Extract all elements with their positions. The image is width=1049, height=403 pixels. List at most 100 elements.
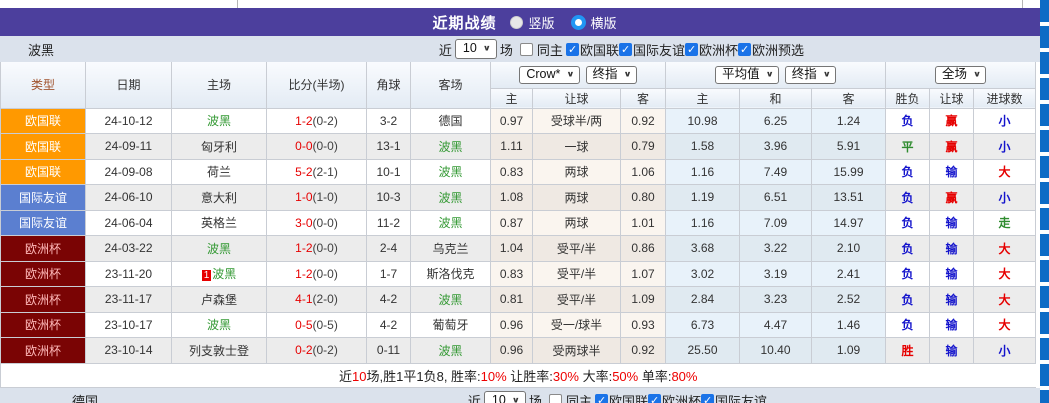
table-row: 欧国联 24-10-12 波黑 1-2(0-2) 3-2 德国 0.97 受球半…	[1, 108, 1036, 134]
cell-score: 0-0(0-0)	[267, 134, 367, 160]
cell-odds-away: 1.06	[621, 159, 666, 185]
radio-horizontal-label: 横版	[591, 13, 617, 32]
home-team-link[interactable]: 英格兰	[201, 216, 237, 230]
cell-odds-home: 0.96	[491, 312, 533, 338]
league-checkbox[interactable]: 欧洲杯	[648, 391, 701, 403]
checkbox-checked-icon	[685, 43, 698, 56]
away-team-link[interactable]: 德国	[438, 114, 462, 128]
team-filter-row: 波黑 近 10 ∨ 场 同主 欧国联国际友谊欧洲杯欧洲预选	[0, 36, 1049, 62]
away-team-link[interactable]: 乌克兰	[432, 242, 468, 256]
competition-badge: 欧洲杯	[1, 262, 85, 287]
team-name-2: 德国	[72, 391, 98, 403]
subheader-result: 胜负	[886, 88, 930, 108]
home-team-link[interactable]: 列支敦士登	[189, 344, 249, 358]
cell-date: 23-11-17	[86, 287, 172, 313]
cell-result: 负	[886, 185, 930, 211]
cell-away-team: 葡萄牙	[411, 312, 491, 338]
home-team-link[interactable]: 波黑	[207, 114, 231, 128]
team-name: 波黑	[28, 40, 54, 59]
scope-select[interactable]: 全场∨	[935, 66, 986, 84]
away-team-link[interactable]: 波黑	[438, 344, 462, 358]
side-buttons-strip[interactable]	[1040, 0, 1049, 403]
league-checkbox-label: 欧洲杯	[699, 40, 738, 59]
league-checkbox[interactable]: 欧国联	[566, 40, 619, 59]
cell-odds-home: 0.96	[491, 338, 533, 364]
home-team-link[interactable]: 波黑	[212, 267, 236, 281]
near-label-2: 近	[468, 391, 481, 403]
home-team-link[interactable]: 匈牙利	[201, 140, 237, 154]
cell-result: 负	[886, 261, 930, 287]
subheader-avg-away: 客	[812, 88, 886, 108]
cell-avg-away: 1.46	[812, 312, 886, 338]
away-team-link[interactable]: 波黑	[438, 216, 462, 230]
same-home-checkbox[interactable]: 同主	[520, 40, 563, 59]
radio-horizontal-layout[interactable]: 横版	[571, 13, 617, 32]
radio-vertical-layout[interactable]: 竖版	[510, 13, 554, 32]
away-team-link[interactable]: 葡萄牙	[432, 318, 468, 332]
bookmaker-stage-select[interactable]: 终指∨	[586, 66, 637, 84]
divider	[237, 0, 238, 8]
home-team-link[interactable]: 意大利	[201, 191, 237, 205]
league-checkbox[interactable]: 国际友谊	[619, 40, 685, 59]
cell-corners: 4-2	[367, 287, 411, 313]
cell-handicap: 受平/半	[533, 236, 621, 262]
competition-badge: 欧国联	[1, 109, 85, 134]
match-count-select[interactable]: 10 ∨	[455, 39, 497, 59]
home-team-link[interactable]: 卢森堡	[201, 293, 237, 307]
half-score: (0-0)	[313, 267, 338, 281]
home-team-link[interactable]: 波黑	[207, 318, 231, 332]
league-checkbox[interactable]: 欧洲预选	[738, 40, 804, 59]
away-team-link[interactable]: 波黑	[438, 165, 462, 179]
cell-corners: 11-2	[367, 210, 411, 236]
cell-home-team: 1波黑	[172, 261, 267, 287]
cell-handicap-result: 输	[930, 287, 974, 313]
cell-handicap: 一球	[533, 134, 621, 160]
cell-result: 负	[886, 312, 930, 338]
same-home-checkbox-2[interactable]: 同主	[549, 391, 592, 403]
cell-home-team: 卢森堡	[172, 287, 267, 313]
col-header-corner: 角球	[367, 62, 411, 108]
league-checkbox[interactable]: 欧洲杯	[685, 40, 738, 59]
cell-goals-verdict: 走	[974, 210, 1036, 236]
section-title: 近期战绩	[432, 12, 496, 33]
competition-badge: 欧洲杯	[1, 287, 85, 312]
away-team-link[interactable]: 波黑	[438, 293, 462, 307]
home-team-link[interactable]: 荷兰	[207, 165, 231, 179]
cell-goals-verdict: 大	[974, 261, 1036, 287]
table-row: 欧洲杯 24-03-22 波黑 1-2(0-0) 2-4 乌克兰 1.04 受平…	[1, 236, 1036, 262]
subheader-crow-handicap: 让球	[533, 88, 621, 108]
league-checkbox-label: 国际友谊	[633, 40, 685, 59]
home-team-link[interactable]: 波黑	[207, 242, 231, 256]
cell-score: 4-1(2-0)	[267, 287, 367, 313]
cell-handicap-result: 输	[930, 261, 974, 287]
league-checkbox[interactable]: 欧国联	[595, 391, 648, 403]
bookmaker-select-cell: Crow*∨ 终指∨	[491, 62, 666, 88]
cell-date: 24-06-10	[86, 185, 172, 211]
subheader-avg-draw: 和	[740, 88, 812, 108]
cell-away-team: 波黑	[411, 185, 491, 211]
away-team-link[interactable]: 波黑	[438, 140, 462, 154]
checkbox-checked-icon	[566, 43, 579, 56]
half-score: (0-0)	[313, 139, 338, 153]
cell-avg-away: 15.99	[812, 159, 886, 185]
competition-badge: 欧洲杯	[1, 236, 85, 261]
cell-goals-verdict: 小	[974, 185, 1036, 211]
cell-avg-away: 1.24	[812, 108, 886, 134]
away-team-link[interactable]: 波黑	[438, 191, 462, 205]
cell-odds-away: 0.93	[621, 312, 666, 338]
cell-home-team: 意大利	[172, 185, 267, 211]
subheader-crow-away: 客	[621, 88, 666, 108]
league-checkbox[interactable]: 国际友谊	[701, 391, 767, 403]
average-stage-select[interactable]: 终指∨	[785, 66, 836, 84]
cell-avg-home: 1.16	[666, 210, 740, 236]
cell-away-team: 斯洛伐克	[411, 261, 491, 287]
bookmaker-select[interactable]: Crow*∨	[519, 66, 579, 84]
cell-goals-verdict: 大	[974, 159, 1036, 185]
chevron-down-icon: ∨	[823, 68, 831, 80]
cell-competition: 欧洲杯	[1, 338, 86, 364]
match-count-select-2[interactable]: 10 ∨	[484, 391, 526, 403]
away-team-link[interactable]: 斯洛伐克	[426, 267, 474, 281]
average-select[interactable]: 平均值∨	[715, 66, 779, 84]
cell-avg-draw: 3.96	[740, 134, 812, 160]
cell-avg-draw: 3.19	[740, 261, 812, 287]
